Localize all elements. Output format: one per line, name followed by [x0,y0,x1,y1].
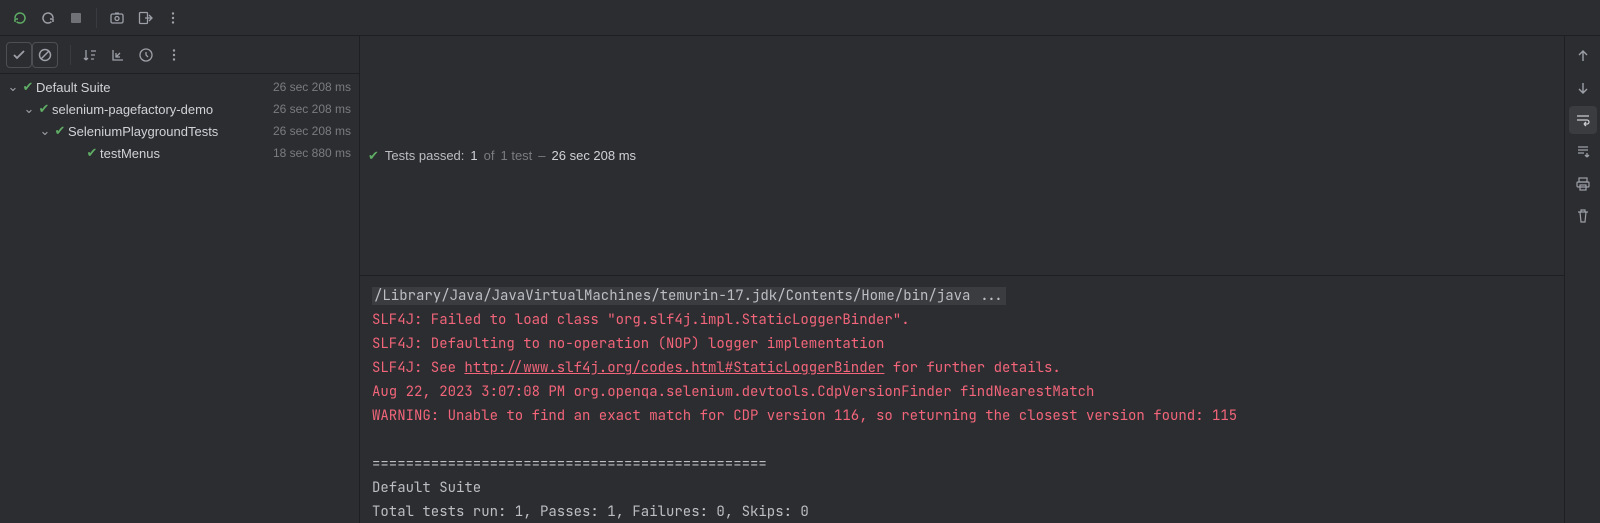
console-warn-line: SLF4J: Defaulting to no-operation (NOP) … [372,335,884,353]
pass-icon: ✔ [84,145,100,161]
test-tree: ⌄ ✔ Default Suite 26 sec 208 ms ⌄ ✔ sele… [0,74,359,523]
tree-node-class[interactable]: ⌄ ✔ SeleniumPlaygroundTests 26 sec 208 m… [0,120,359,142]
print-button[interactable] [1569,170,1597,198]
summary-passed-label: Tests passed: [385,148,465,163]
tree-node-test[interactable]: ✔ testMenus 18 sec 880 ms [0,142,359,164]
separator-icon [70,45,71,65]
console-link[interactable]: http://www.slf4j.org/codes.html#StaticLo… [464,359,884,377]
sort-button[interactable] [77,42,103,68]
exit-button[interactable] [133,6,157,30]
tree-node-label: SeleniumPlaygroundTests [68,124,273,139]
test-toolbar [0,36,359,74]
clear-button[interactable] [1569,202,1597,230]
pass-icon: ✔ [368,148,379,164]
stop-button[interactable] [64,6,88,30]
console-cmd-line: /Library/Java/JavaVirtualMachines/temuri… [372,287,1006,305]
show-ignored-toggle[interactable] [32,42,58,68]
scroll-down-button[interactable] [1569,74,1597,102]
tree-node-module[interactable]: ⌄ ✔ selenium-pagefactory-demo 26 sec 208… [0,98,359,120]
chevron-down-icon: ⌄ [38,123,52,139]
scroll-to-end-button[interactable] [1569,138,1597,166]
test-more-button[interactable] [161,42,187,68]
console-warn-line: Aug 22, 2023 3:07:08 PM org.openqa.selen… [372,383,1094,401]
expand-all-button[interactable] [105,42,131,68]
summary-of-label: of [484,148,495,163]
console-output[interactable]: /Library/Java/JavaVirtualMachines/temuri… [360,276,1564,523]
summary-passed-count: 1 [470,148,477,163]
history-button[interactable] [133,42,159,68]
summary-duration: 26 sec 208 ms [552,148,637,163]
tree-node-time: 26 sec 208 ms [273,80,351,94]
console-warn-line: WARNING: Unable to find an exact match f… [372,407,1237,425]
screenshot-button[interactable] [105,6,129,30]
console-warn-line: SLF4J: See [372,359,464,377]
scroll-up-button[interactable] [1569,42,1597,70]
test-tree-panel: ⌄ ✔ Default Suite 26 sec 208 ms ⌄ ✔ sele… [0,36,360,523]
console-warn-line: SLF4J: Failed to load class "org.slf4j.i… [372,311,910,329]
tree-node-time: 26 sec 208 ms [273,102,351,116]
tree-node-label: testMenus [100,146,273,161]
test-summary-bar: ✔ Tests passed: 1 of 1 test – 26 sec 208… [360,36,1564,276]
console-totals: Total tests run: 1, Passes: 1, Failures:… [372,503,809,521]
summary-total: 1 test [500,148,532,163]
pass-icon: ✔ [36,101,52,117]
console-separator: ========================================… [372,455,767,473]
pass-icon: ✔ [20,79,36,95]
run-toolbar [0,0,1600,36]
tree-node-label: Default Suite [36,80,273,95]
chevron-down-icon: ⌄ [22,101,36,117]
tree-node-time: 26 sec 208 ms [273,124,351,138]
tree-node-time: 18 sec 880 ms [273,146,351,160]
console-suite-name: Default Suite [372,479,481,497]
chevron-down-icon: ⌄ [6,79,20,95]
separator-icon [96,8,97,28]
soft-wrap-button[interactable] [1569,106,1597,134]
more-options-button[interactable] [161,6,185,30]
pass-icon: ✔ [52,123,68,139]
show-passed-toggle[interactable] [6,42,32,68]
tree-node-label: selenium-pagefactory-demo [52,102,273,117]
console-warn-line: for further details. [884,359,1060,377]
rerun-button[interactable] [8,6,32,30]
summary-dash: – [538,148,545,163]
tree-node-suite[interactable]: ⌄ ✔ Default Suite 26 sec 208 ms [0,76,359,98]
console-side-gutter [1564,36,1600,523]
rerun-failed-button[interactable] [36,6,60,30]
console-area: ✔ Tests passed: 1 of 1 test – 26 sec 208… [360,36,1600,523]
